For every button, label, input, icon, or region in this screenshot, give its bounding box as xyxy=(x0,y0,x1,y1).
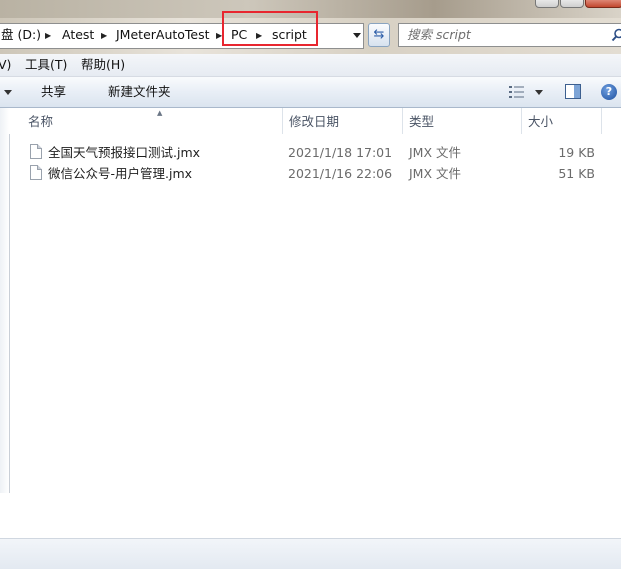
breadcrumb-pc[interactable]: PC xyxy=(231,24,247,46)
window-title-strip xyxy=(0,0,621,18)
chevron-right-icon[interactable]: ▶ xyxy=(45,24,51,48)
view-options-icon[interactable] xyxy=(509,85,525,99)
chevron-right-icon[interactable]: ▶ xyxy=(101,24,107,48)
column-size[interactable]: 大小 xyxy=(528,108,553,136)
breadcrumb-atest[interactable]: Atest xyxy=(62,24,94,46)
search-icon[interactable] xyxy=(611,28,621,42)
breadcrumb-script[interactable]: script xyxy=(272,24,307,46)
column-divider[interactable] xyxy=(402,108,403,134)
file-type: JMX 文件 xyxy=(409,166,462,181)
address-row: 盘 (D:) ▶ Atest ▶ JMeterAutoTest ▶ PC ▶ s… xyxy=(0,18,621,54)
new-folder-button[interactable]: 新建文件夹 xyxy=(108,77,171,107)
command-bar: 共享 新建文件夹 ? xyxy=(0,77,621,108)
column-header: ▲ 名称 修改日期 类型 大小 xyxy=(9,108,621,134)
column-type[interactable]: 类型 xyxy=(409,108,434,136)
address-history-dropdown[interactable] xyxy=(350,23,364,47)
menu-bar: V) 工具(T) 帮助(H) xyxy=(0,54,621,77)
file-date: 2021/1/18 17:01 xyxy=(288,145,393,160)
view-dropdown-caret[interactable] xyxy=(535,90,543,99)
file-size: 19 KB xyxy=(558,145,595,160)
sort-ascending-icon: ▲ xyxy=(157,109,163,117)
file-list-pane: ▲ 名称 修改日期 类型 大小 全国天气预报接口测试.jmx 2021/1/18… xyxy=(0,108,621,538)
search-placeholder: 搜索 script xyxy=(407,27,471,42)
file-icon xyxy=(30,144,42,159)
breadcrumb-drive[interactable]: 盘 (D:) xyxy=(1,24,41,46)
file-size: 51 KB xyxy=(558,166,595,181)
column-date[interactable]: 修改日期 xyxy=(289,108,339,136)
column-divider[interactable] xyxy=(601,108,602,134)
close-button[interactable] xyxy=(585,0,621,8)
menu-tools[interactable]: 工具(T) xyxy=(25,54,67,76)
file-row[interactable]: 全国天气预报接口测试.jmx 2021/1/18 17:01 JMX 文件 19… xyxy=(28,142,621,163)
column-divider[interactable] xyxy=(521,108,522,134)
organize-dropdown-caret[interactable] xyxy=(4,90,12,99)
breadcrumb-jmeterautotest[interactable]: JMeterAutoTest xyxy=(116,24,210,46)
details-pane xyxy=(0,538,621,569)
file-name: 微信公众号-用户管理.jmx xyxy=(48,166,193,181)
file-row[interactable]: 微信公众号-用户管理.jmx 2021/1/16 22:06 JMX 文件 51… xyxy=(28,163,621,184)
menu-help[interactable]: 帮助(H) xyxy=(81,54,125,76)
help-icon[interactable]: ? xyxy=(601,84,617,100)
chevron-right-icon[interactable]: ▶ xyxy=(256,24,262,48)
column-name[interactable]: 名称 xyxy=(28,108,53,136)
menu-view[interactable]: V) xyxy=(0,54,11,76)
file-name: 全国天气预报接口测试.jmx xyxy=(48,145,201,160)
refresh-icon[interactable]: ⇆ xyxy=(368,23,390,47)
preview-pane-icon[interactable] xyxy=(565,84,581,99)
column-divider[interactable] xyxy=(282,108,283,134)
file-icon xyxy=(30,165,42,180)
maximize-button[interactable] xyxy=(560,0,584,8)
minimize-button[interactable] xyxy=(535,0,559,8)
search-input[interactable]: 搜索 script xyxy=(398,23,621,47)
address-bar[interactable]: 盘 (D:) ▶ Atest ▶ JMeterAutoTest ▶ PC ▶ s… xyxy=(0,23,364,49)
navigation-pane-edge[interactable] xyxy=(0,108,10,493)
chevron-right-icon[interactable]: ▶ xyxy=(216,24,222,48)
share-button[interactable]: 共享 xyxy=(41,77,66,107)
file-date: 2021/1/16 22:06 xyxy=(288,166,393,181)
file-type: JMX 文件 xyxy=(409,145,462,160)
